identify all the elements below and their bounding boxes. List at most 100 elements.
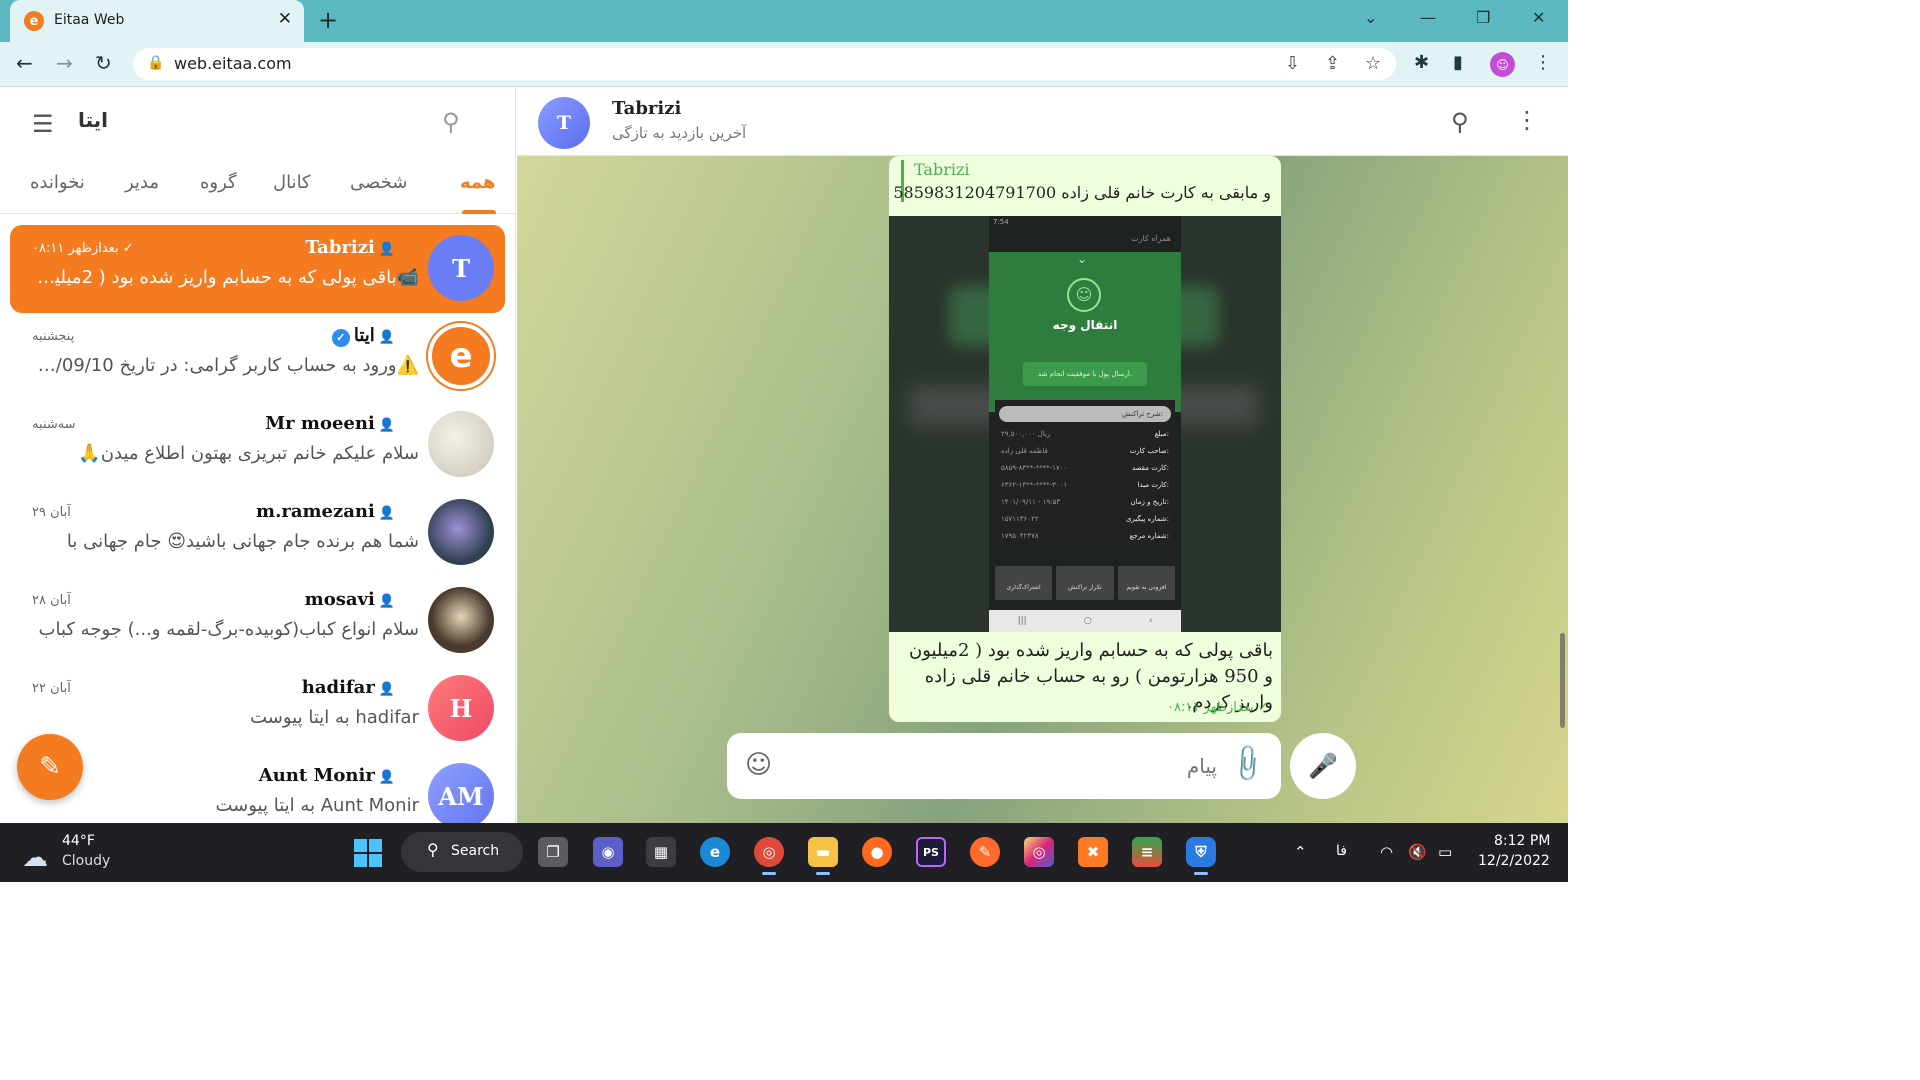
chat-item-aunt-monir[interactable]: AM Aunt Monir 👤 Aunt Monir به ایتا پیوست — [10, 753, 505, 823]
message-image[interactable]: 7:54 همراه کارت ⌄ ☺ انتقال وجه ارسال پول… — [889, 216, 1281, 632]
firefox-icon[interactable]: ● — [862, 837, 892, 867]
user-icon: 👤 — [378, 682, 395, 697]
phpstorm-icon[interactable]: PS — [916, 837, 946, 867]
new-tab-button[interactable]: + — [318, 6, 338, 34]
restore-icon[interactable]: ❐ — [1476, 8, 1490, 27]
attach-icon[interactable]: 📎 — [1225, 742, 1269, 786]
chat-preview: Aunt Monir به ایتا پیوست — [215, 795, 419, 816]
chat-list-panel: ☰ ایتا ⚲ نخوانده مدیر گروه کانال شخصی هم… — [0, 88, 516, 823]
new-message-button[interactable]: ✎ — [17, 734, 83, 800]
clock-time[interactable]: 8:12 PM — [1494, 833, 1550, 849]
chat-time: ۲۲ آبان — [32, 681, 71, 696]
chat-time: ۲۸ آبان — [32, 593, 71, 608]
taskbar-search[interactable]: ⚲ Search — [401, 832, 523, 872]
browser-tab[interactable]: e Eitaa Web ✕ — [10, 0, 304, 42]
edge-icon[interactable]: e — [700, 837, 730, 867]
xampp-icon[interactable]: ✖ — [1078, 837, 1108, 867]
browser-menu-icon[interactable]: ⋮ — [1534, 52, 1552, 73]
chat-name-text: m.ramezani — [256, 501, 375, 522]
chat-header[interactable]: T Tabrizi آخرین بازدید به تازگی ⚲ ⋮ — [517, 88, 1568, 156]
more-options-icon[interactable]: ⋮ — [1515, 106, 1539, 134]
message-time: ۰۸:۱۱ بعدازظهر ✓ — [1167, 700, 1269, 715]
transaction-row: ۱۴۰۱/۰۹/۱۱ - ۱۹:۵۳ تاریخ و زمان: — [1001, 498, 1169, 506]
extensions-icon[interactable]: ✱ — [1414, 52, 1429, 73]
chrome-icon[interactable]: ◎ — [754, 837, 784, 875]
search-icon[interactable]: ⚲ — [442, 108, 460, 136]
windows-start-icon[interactable] — [354, 839, 382, 867]
header-avatar[interactable]: T — [538, 97, 590, 149]
tab-personal[interactable]: شخصی — [350, 172, 407, 193]
forward-icon[interactable]: → — [56, 51, 73, 75]
tab-group[interactable]: گروه — [200, 172, 237, 193]
tab-unread[interactable]: نخوانده — [30, 172, 85, 193]
battery-icon[interactable]: ▭ — [1438, 843, 1452, 861]
address-bar[interactable]: 🔒 web.eitaa.com ⇩ ⇪ ☆ — [133, 48, 1396, 80]
share-icon[interactable]: ⇪ — [1325, 53, 1340, 74]
chat-item-mr-moeeni[interactable]: Mr moeeni 👤 سه‌شنبه سلام علیکم خانم تبریز… — [10, 401, 505, 489]
chat-item-m-ramezani[interactable]: m.ramezani 👤 ۲۹ آبان شما هم برنده جام جها… — [10, 489, 505, 577]
message-composer: ☺ 📎 — [727, 733, 1281, 799]
search-icon[interactable]: ⚲ — [1451, 108, 1469, 136]
header-name: Tabrizi — [612, 98, 682, 119]
input-language[interactable]: فا — [1336, 843, 1347, 859]
chat-item-eitaa[interactable]: e ✓ ایتا 👤 پنجشنبه ⚠️ورود به حساب کاربر گر… — [10, 313, 505, 401]
teams-chat-icon[interactable]: ◉ — [593, 837, 623, 867]
chat-time: سه‌شنبه — [32, 417, 76, 432]
file-explorer-icon[interactable]: ▬ — [808, 837, 838, 875]
scrollbar[interactable] — [1560, 633, 1565, 728]
message-bubble[interactable]: Tabrizi و مابقی به کارت خانم قلی زاده 58… — [889, 156, 1281, 722]
message-input[interactable] — [797, 747, 1217, 785]
phone-screenshot: 7:54 همراه کارت ⌄ ☺ انتقال وجه ارسال پول… — [989, 216, 1181, 632]
reply-quote[interactable]: Tabrizi و مابقی به کارت خانم قلی زاده 58… — [893, 160, 1271, 202]
pen-app-icon[interactable]: ✎ — [970, 837, 1000, 867]
wifi-icon[interactable]: ◠ — [1380, 843, 1393, 861]
side-panel-icon[interactable]: ▮ — [1453, 52, 1463, 73]
user-icon: 👤 — [378, 770, 395, 785]
vpn-shield-icon[interactable]: ⛨ — [1186, 837, 1216, 875]
tab-search-icon[interactable]: ⌄ — [1364, 8, 1377, 27]
speaker-muted-icon[interactable]: 🔇 — [1408, 843, 1427, 861]
bookmark-star-icon[interactable]: ☆ — [1365, 53, 1381, 74]
show-hidden-icons[interactable]: ⌃ — [1294, 843, 1307, 861]
chat-name: Aunt Monir 👤 — [259, 765, 395, 786]
tab-admin[interactable]: مدیر — [125, 172, 159, 193]
hamburger-menu-icon[interactable]: ☰ — [32, 110, 54, 138]
microphone-button[interactable]: 🎤 — [1290, 733, 1356, 799]
chat-name-text: Mr moeeni — [265, 413, 375, 434]
bluestacks-icon[interactable]: ≡ — [1132, 837, 1162, 867]
clock-date[interactable]: 12/2/2022 — [1478, 853, 1550, 869]
transaction-header: شرح تراکنش: — [999, 406, 1171, 422]
tab-channel[interactable]: کانال — [273, 172, 311, 193]
transaction-row: ۱۵۷۱۱۳۶۰۲۲ شماره پیگیری: — [1001, 515, 1169, 523]
eitaa-logo-avatar: e — [428, 323, 494, 389]
photo-avatar — [428, 411, 494, 477]
minimize-icon[interactable]: — — [1420, 8, 1436, 27]
share-button: اشتراک‌گذاری — [995, 566, 1053, 600]
close-tab-icon[interactable]: ✕ — [278, 9, 292, 29]
windows-taskbar: ☁ 44°F Cloudy ⚲ Search ❐ ◉ ▦ e ◎ ▬ ● PS … — [0, 823, 1568, 882]
browser-toolbar: ← → ↻ 🔒 web.eitaa.com ⇩ ⇪ ☆ ✱ ▮ ☺ ⋮ — [0, 42, 1568, 87]
reload-icon[interactable]: ↻ — [95, 51, 112, 75]
microsoft-store-icon[interactable]: ▦ — [646, 837, 676, 867]
install-app-icon[interactable]: ⇩ — [1285, 53, 1300, 74]
task-view-icon[interactable]: ❐ — [538, 837, 568, 867]
weather-condition: Cloudy — [62, 853, 111, 869]
avatar: T — [428, 235, 494, 301]
tab-all[interactable]: همه — [460, 172, 495, 193]
photo-avatar — [428, 499, 494, 565]
chat-item-mosavi[interactable]: mosavi 👤 ۲۸ آبان سلام انواع کباب(کوبیده-ب… — [10, 577, 505, 665]
transaction-row: فاطمه قلی زاده صاحب کارت: — [1001, 447, 1169, 455]
chat-item-hadifar[interactable]: H hadifar 👤 ۲۲ آبان hadifar به ایتا پیوست — [10, 665, 505, 753]
phone-top-label: همراه کارت — [1131, 234, 1171, 243]
chat-preview: سلام انواع کباب(کوبیده-برگ-لقمه و...) جو… — [38, 619, 419, 640]
emoji-icon[interactable]: ☺ — [745, 750, 772, 780]
profile-avatar[interactable]: ☺ — [1490, 52, 1515, 77]
smiley-icon: ☺ — [1067, 278, 1101, 312]
close-window-icon[interactable]: ✕ — [1532, 8, 1545, 27]
photo-avatar — [428, 587, 494, 653]
instagram-icon[interactable]: ◎ — [1024, 837, 1054, 867]
chat-name: Mr moeeni 👤 — [265, 413, 395, 434]
chat-item-tabrizi[interactable]: T Tabrizi 👤 ۰۸:۱۱ بعدازظهر ✓ 📹باقی پولی ک… — [10, 225, 505, 313]
app-title: ایتا — [78, 108, 109, 132]
back-icon[interactable]: ← — [16, 51, 33, 75]
